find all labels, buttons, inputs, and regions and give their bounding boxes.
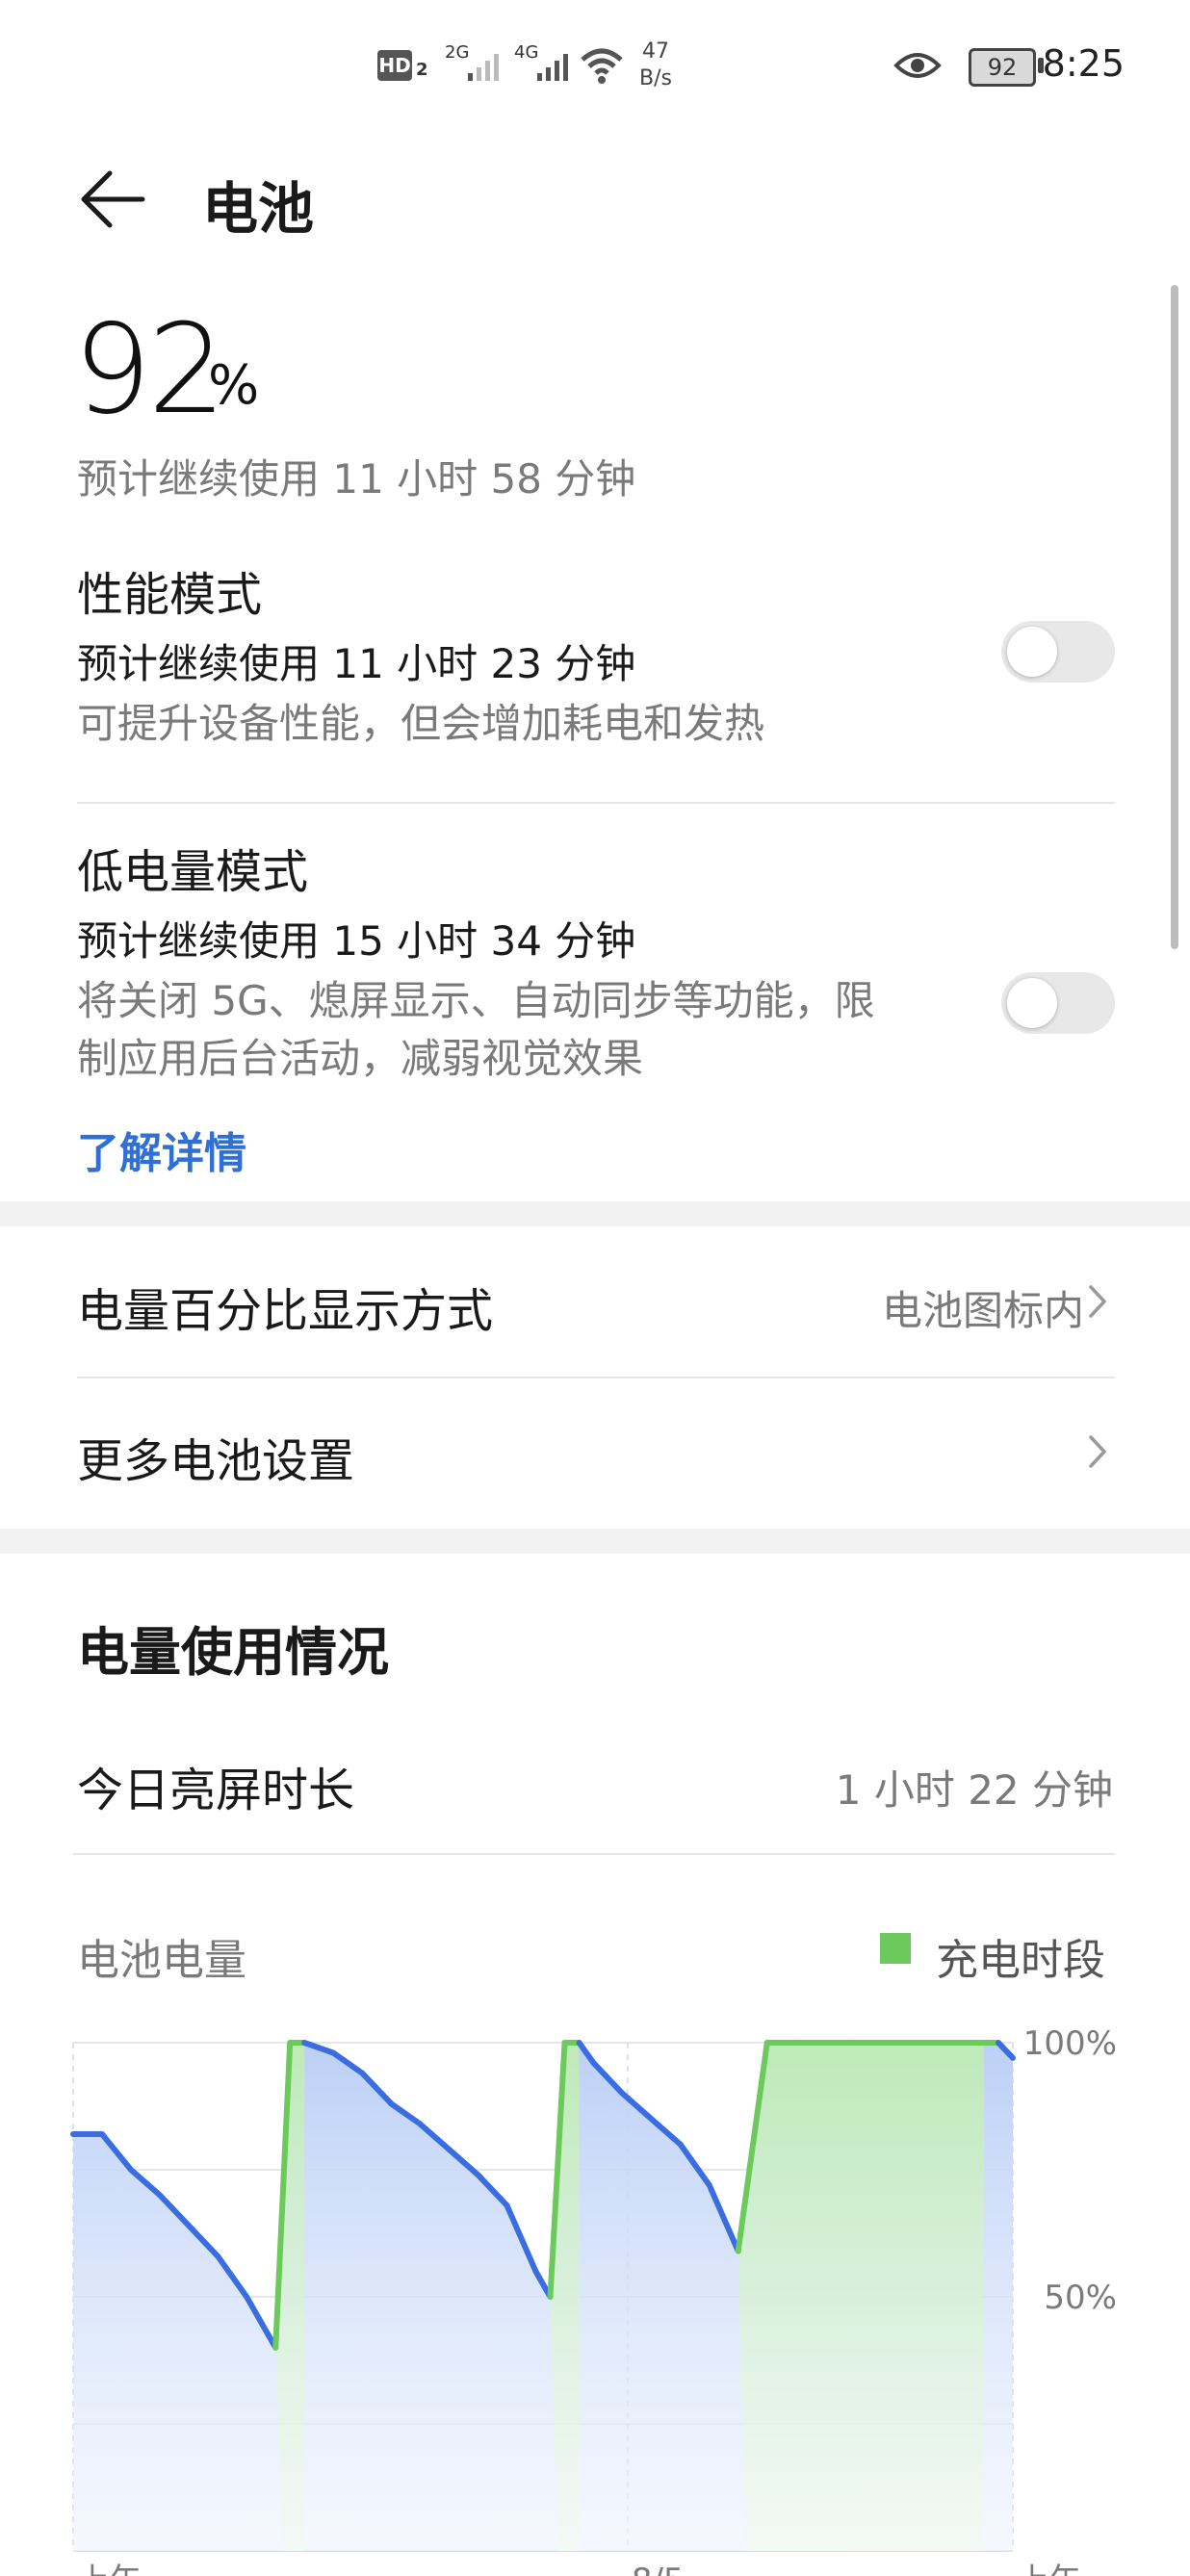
performance-mode-estimate: 预计继续使用 11 小时 23 分钟 [77, 640, 636, 687]
section-separator [0, 1201, 1190, 1226]
chevron-right-icon [1089, 1285, 1106, 1318]
performance-mode-desc: 可提升设备性能，但会增加耗电和发热 [77, 700, 765, 747]
eye-comfort-icon [893, 53, 942, 78]
performance-mode-toggle[interactable] [1001, 621, 1115, 683]
hd-volte-icon: HD [377, 50, 412, 81]
x-tick-label: 上午 [1017, 2562, 1082, 2576]
wifi-icon [581, 48, 623, 84]
low-power-mode-desc-line2: 制应用后台活动，减弱视觉效果 [77, 1035, 644, 1082]
low-power-mode-toggle[interactable] [1001, 972, 1115, 1034]
status-bar: HD 2 2G 4G 47 B/s 92 8:25 [0, 0, 1190, 135]
x-tick-label: 上午 [77, 2562, 142, 2576]
chart-areas [73, 2043, 1013, 2551]
legend-charging-swatch [880, 1933, 911, 1964]
screen-time-row: 今日亮屏时长 1 小时 22 分钟 [0, 1733, 1190, 1852]
battery-status-icon: 92 [969, 48, 1036, 87]
hd-sub-label: 2 [416, 60, 428, 80]
percentage-display-row[interactable]: 电量百分比显示方式 电池图标内 [0, 1226, 1190, 1377]
low-power-mode-estimate: 预计继续使用 15 小时 34 分钟 [77, 917, 636, 965]
toggle-knob [1007, 978, 1057, 1028]
divider [77, 802, 1115, 804]
battery-estimate: 预计继续使用 11 小时 58 分钟 [77, 455, 636, 502]
network-speed: 47 B/s [639, 39, 672, 90]
y-tick-label: 50% [1044, 2279, 1117, 2317]
toggle-knob [1007, 627, 1057, 677]
low-power-mode-title: 低电量模式 [77, 845, 309, 899]
section-separator [0, 1529, 1190, 1554]
percentage-display-value: 电池图标内 [881, 1287, 1084, 1334]
battery-percent-sign: % [208, 354, 260, 417]
back-arrow-icon[interactable] [75, 162, 150, 237]
clock: 8:25 [1042, 42, 1125, 85]
low-power-mode-desc-line1: 将关闭 5G、熄屏显示、自动同步等功能，限 [77, 977, 875, 1024]
chevron-right-icon [1089, 1435, 1106, 1468]
battery-chart: 100% 50% 上午 8/5 上午 [70, 2024, 1117, 2576]
learn-more-link[interactable]: 了解详情 [77, 1119, 246, 1180]
page-title: 电池 [202, 176, 315, 242]
percentage-display-label: 电量百分比显示方式 [77, 1284, 494, 1338]
usage-section-title: 电量使用情况 [77, 1622, 389, 1683]
x-tick-label: 8/5 [632, 2562, 685, 2576]
divider [73, 1853, 1115, 1855]
screen-time-value: 1 小时 22 分钟 [835, 1766, 1113, 1814]
y-tick-label: 100% [1023, 2024, 1117, 2063]
charging-period-area [737, 2043, 984, 2551]
battery-percent: 92 [73, 298, 226, 442]
performance-mode-title: 性能模式 [77, 568, 263, 622]
chart-title: 电池电量 [77, 1936, 246, 1985]
more-battery-settings-label: 更多电池设置 [77, 1434, 355, 1488]
more-battery-settings-row[interactable]: 更多电池设置 [0, 1378, 1190, 1529]
screen-time-label: 今日亮屏时长 [77, 1764, 355, 1817]
scrollbar[interactable] [1171, 285, 1178, 949]
signal-2-icon [537, 54, 568, 81]
legend-charging-label: 充电时段 [936, 1936, 1105, 1985]
signal-1-icon [468, 54, 499, 81]
